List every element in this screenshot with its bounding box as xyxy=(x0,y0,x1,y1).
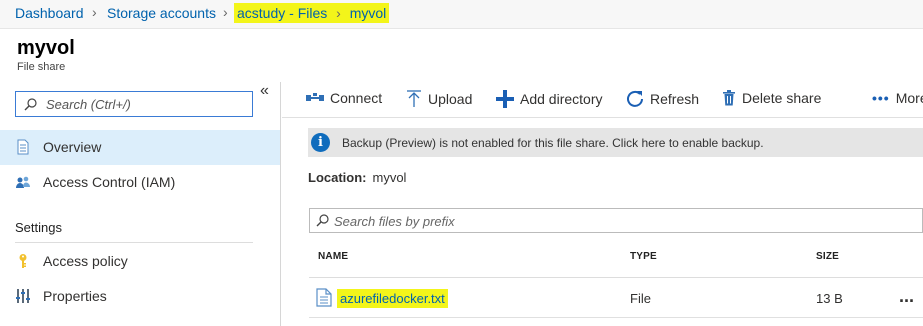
ellipsis-icon: ••• xyxy=(872,90,890,106)
breadcrumb-acstudy-files-label: acstudy - Files xyxy=(237,5,328,21)
key-icon xyxy=(19,254,27,268)
page-title: myvol xyxy=(17,37,75,59)
column-header-size[interactable]: SIZE xyxy=(816,251,839,262)
connect-label: Connect xyxy=(330,90,383,106)
connect-icon xyxy=(306,93,324,101)
breadcrumb-acstudy-files[interactable]: acstudy - Files › myvol xyxy=(234,3,390,23)
chevron-right-icon: › xyxy=(92,4,97,20)
chevron-right-icon: › xyxy=(336,5,341,21)
divider xyxy=(15,242,253,243)
document-icon xyxy=(17,139,29,155)
file-search[interactable] xyxy=(309,208,923,233)
sidebar-item-label: Access Control (IAM) xyxy=(43,174,176,190)
more-label: More xyxy=(895,90,923,106)
sidebar-item-access-policy[interactable]: Access policy xyxy=(0,244,280,279)
file-search-input[interactable] xyxy=(334,212,734,230)
file-icon xyxy=(316,288,332,307)
properties-icon xyxy=(16,289,30,303)
chevron-right-icon: › xyxy=(223,4,228,20)
upload-icon xyxy=(407,90,421,107)
sidebar: « Overview Access Control (IAM) Settings… xyxy=(0,82,281,326)
sidebar-item-label: Overview xyxy=(43,139,102,155)
sidebar-section-settings: Settings xyxy=(15,220,62,235)
table-row[interactable]: azurefiledocker.txt File 13 B ... xyxy=(309,278,923,318)
search-icon xyxy=(24,98,37,111)
page-subtitle: File share xyxy=(17,61,66,73)
sidebar-item-label: Access policy xyxy=(43,253,128,269)
column-header-type[interactable]: TYPE xyxy=(630,251,657,262)
add-directory-label: Add directory xyxy=(520,91,603,107)
column-header-name[interactable]: NAME xyxy=(318,251,348,262)
file-name-link[interactable]: azurefiledocker.txt xyxy=(337,289,448,308)
backup-banner[interactable]: i Backup (Preview) is not enabled for th… xyxy=(308,128,923,157)
location-label: Location: xyxy=(308,170,367,185)
connect-button[interactable]: Connect xyxy=(306,90,382,106)
banner-text: Backup (Preview) is not enabled for this… xyxy=(342,136,764,150)
delete-share-button[interactable]: Delete share xyxy=(722,90,821,106)
info-icon: i xyxy=(311,133,330,152)
upload-label: Upload xyxy=(428,91,473,107)
add-directory-button[interactable]: Add directory xyxy=(496,90,602,108)
breadcrumb-storage-accounts[interactable]: Storage accounts xyxy=(107,5,216,21)
refresh-icon xyxy=(627,90,643,107)
upload-button[interactable]: Upload xyxy=(406,90,472,108)
refresh-label: Refresh xyxy=(650,91,700,107)
collapse-icon[interactable]: « xyxy=(260,82,269,100)
sidebar-search[interactable] xyxy=(15,91,253,117)
toolbar: Connect Upload Add directory Refresh Del… xyxy=(282,82,923,118)
sidebar-item-overview[interactable]: Overview xyxy=(0,130,280,165)
breadcrumb: Dashboard › Storage accounts › acstudy -… xyxy=(0,0,923,29)
breadcrumb-myvol[interactable]: myvol xyxy=(350,5,387,21)
file-type: File xyxy=(630,291,651,306)
sidebar-item-access-control[interactable]: Access Control (IAM) xyxy=(0,165,280,200)
delete-share-label: Delete share xyxy=(742,90,822,106)
breadcrumb-dashboard[interactable]: Dashboard xyxy=(15,5,84,21)
sidebar-search-input[interactable] xyxy=(46,95,246,113)
more-button[interactable]: ••• More xyxy=(872,90,923,106)
location-value: myvol xyxy=(372,170,407,185)
sidebar-item-label: Properties xyxy=(43,288,107,304)
row-more-icon[interactable]: ... xyxy=(899,286,914,307)
file-size: 13 B xyxy=(816,291,843,306)
location: Location: myvol xyxy=(308,170,406,185)
trash-icon xyxy=(723,90,735,106)
users-icon xyxy=(16,176,30,188)
plus-icon xyxy=(496,90,514,108)
refresh-button[interactable]: Refresh xyxy=(626,90,699,108)
sidebar-item-properties[interactable]: Properties xyxy=(0,279,280,314)
search-icon xyxy=(316,214,329,227)
